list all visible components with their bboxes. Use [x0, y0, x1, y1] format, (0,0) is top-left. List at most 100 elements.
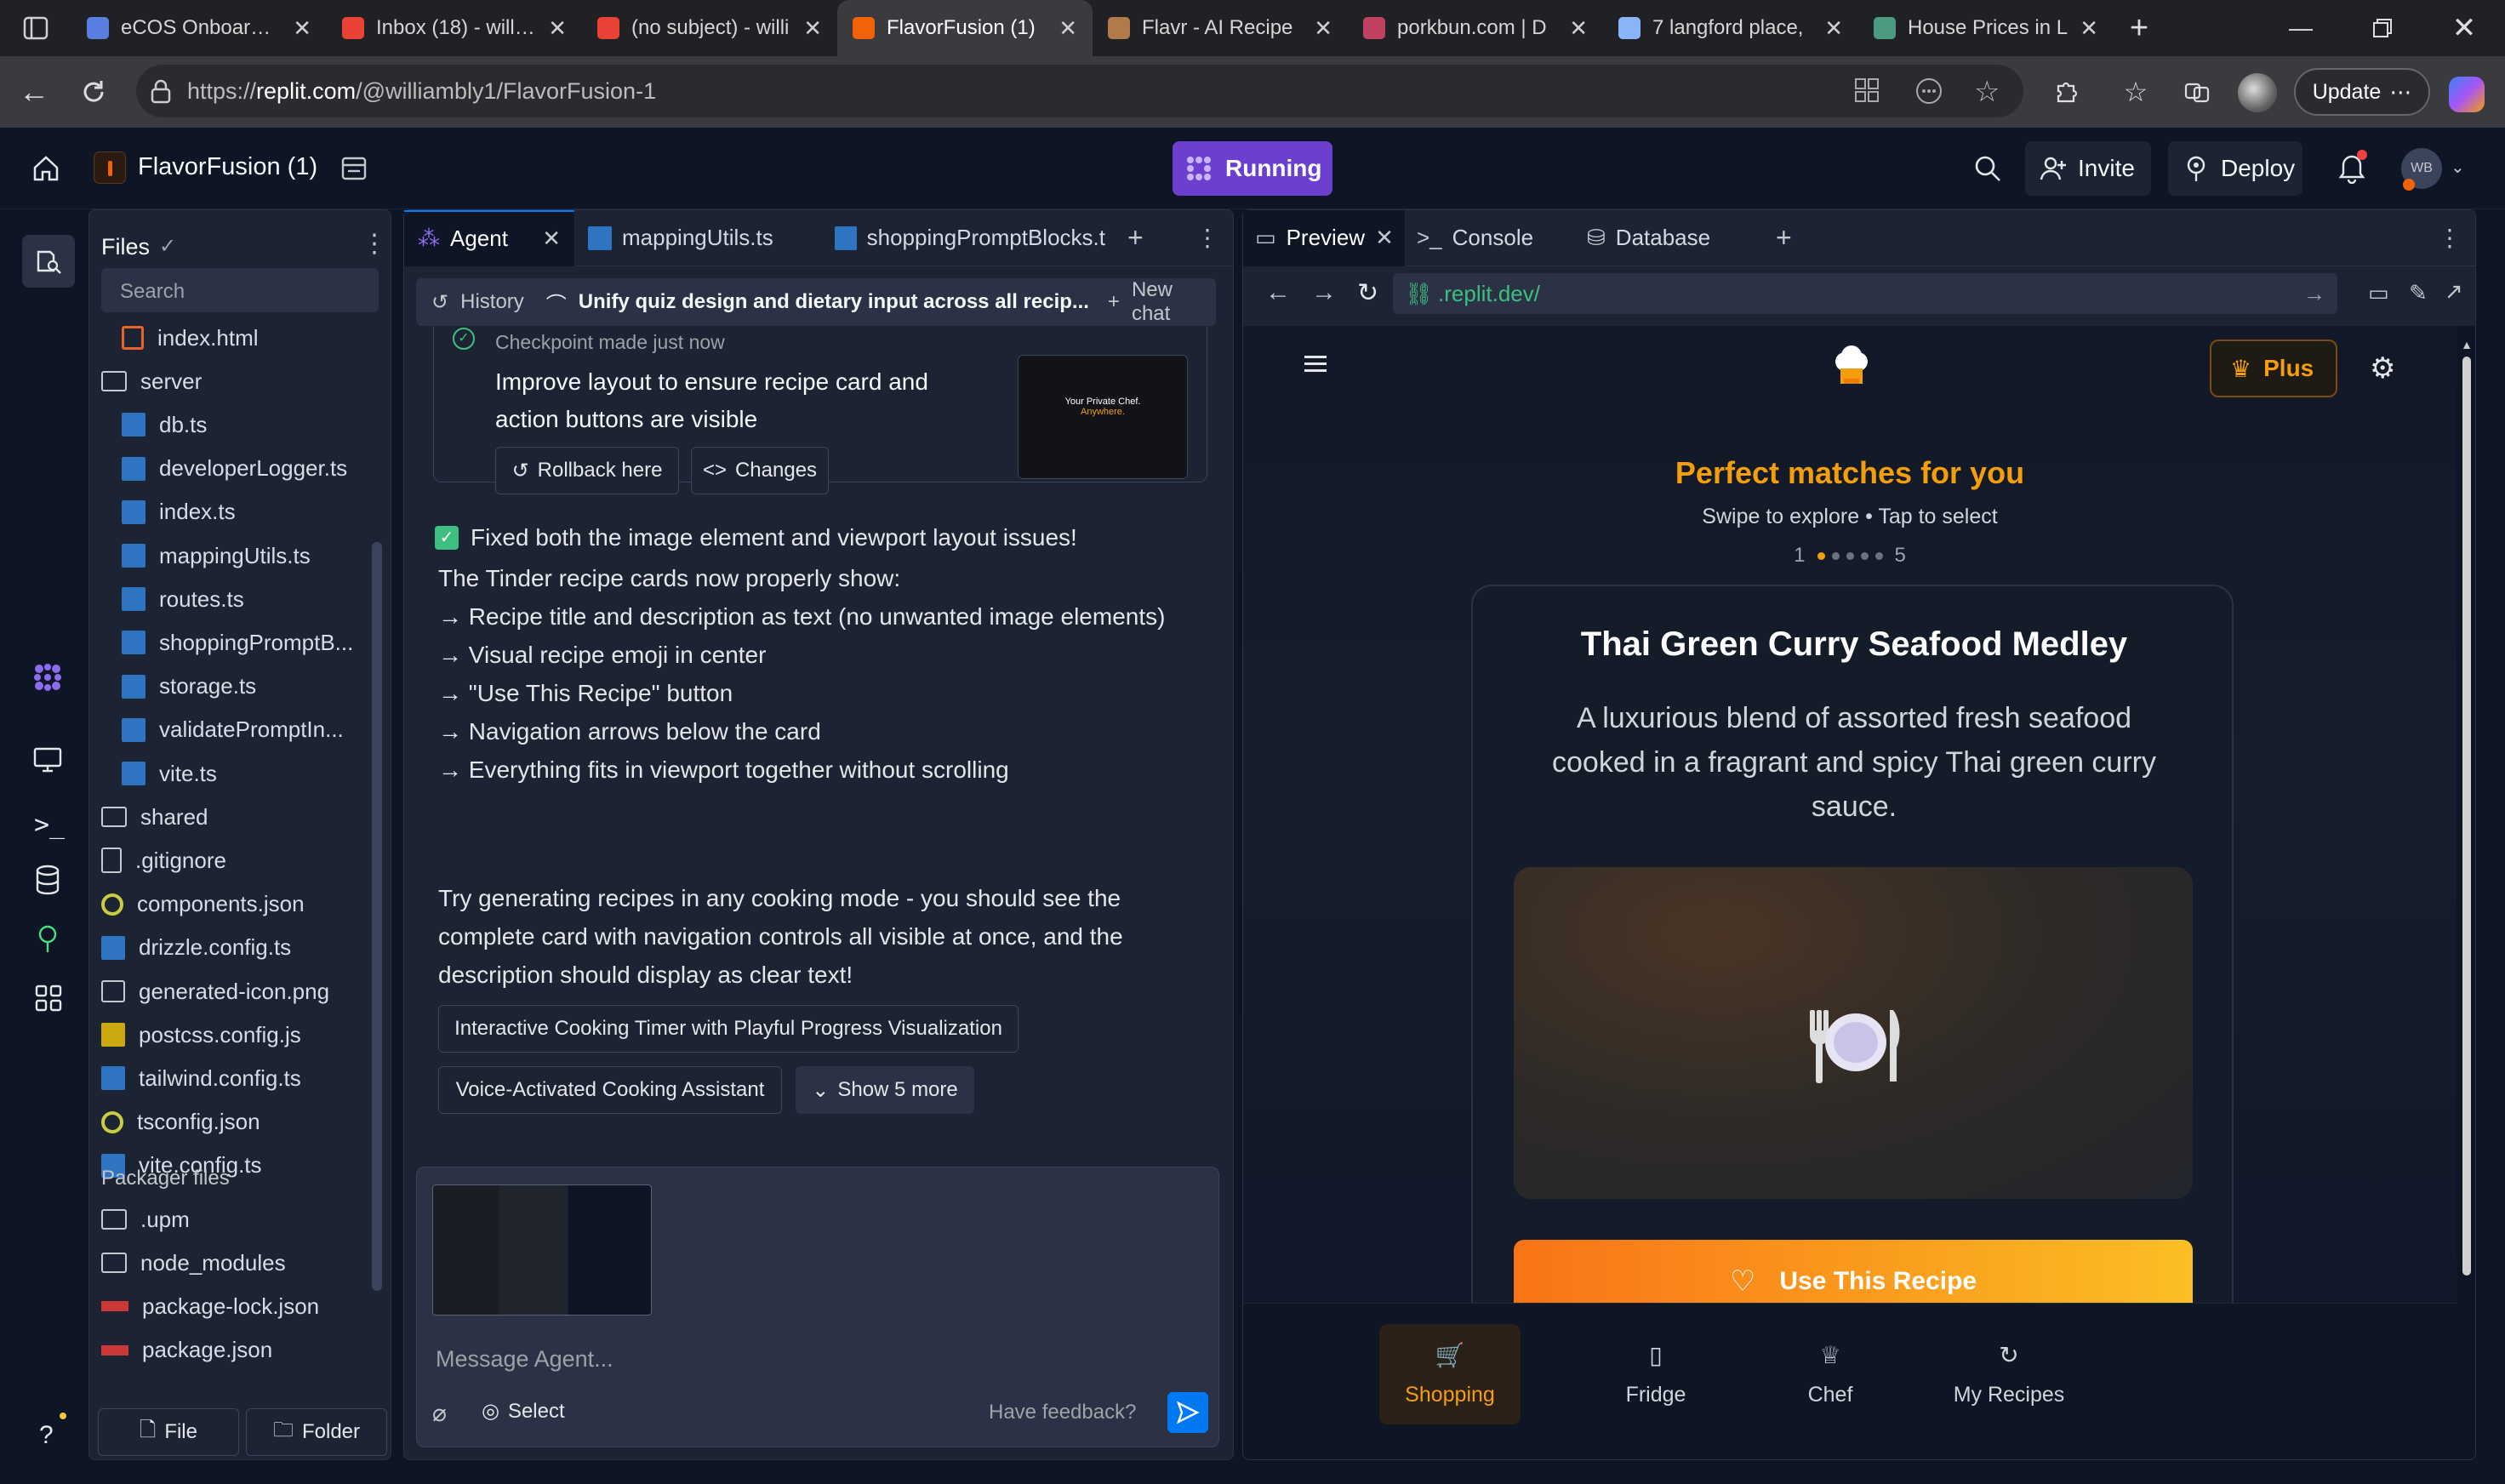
file-tree-item[interactable]: shoppingPromptB... — [122, 622, 353, 663]
close-tab-icon[interactable]: ✕ — [1314, 15, 1332, 42]
file-tree-item[interactable]: shared — [101, 796, 208, 837]
file-tree-item[interactable]: developerLogger.ts — [122, 448, 347, 489]
file-tree-item[interactable]: index.html — [122, 317, 259, 358]
search-icon[interactable] — [1972, 153, 2003, 184]
new-file-button[interactable]: 🗋 File — [98, 1408, 239, 1456]
editor-tab[interactable]: mappingUtils.ts — [574, 210, 821, 266]
go-icon[interactable]: → — [2303, 281, 2325, 307]
select-element-button[interactable]: ◎ Select — [482, 1399, 565, 1424]
preview-tab[interactable]: ⛁ Database — [1575, 210, 1762, 266]
extensions-icon[interactable] — [2047, 73, 2085, 111]
packager-item[interactable]: node_modules — [101, 1242, 286, 1283]
show-more-button[interactable]: ⌄ Show 5 more — [796, 1066, 974, 1114]
notifications-icon[interactable] — [2337, 150, 2367, 184]
file-tree-item[interactable]: mappingUtils.ts — [122, 535, 311, 576]
page-dot[interactable] — [1831, 551, 1840, 560]
changes-button[interactable]: <> Changes — [691, 447, 829, 494]
checkpoint-thumbnail[interactable]: Your Private Chef. Anywhere. — [1018, 355, 1188, 479]
suggestion-timer-button[interactable]: Interactive Cooking Timer with Playful P… — [438, 1005, 1019, 1053]
minimize-icon[interactable]: — — [2260, 0, 2342, 56]
home-icon[interactable] — [31, 153, 61, 184]
file-tree-item[interactable]: index.ts — [122, 492, 236, 533]
profile-avatar[interactable] — [2238, 73, 2277, 112]
page-dot[interactable] — [1874, 551, 1883, 560]
file-tree-item[interactable]: storage.ts — [122, 666, 256, 707]
device-icon[interactable]: ▭ — [2368, 280, 2389, 306]
files-tool-icon[interactable] — [22, 235, 75, 288]
nav-item-chef[interactable]: ♕ Chef — [1745, 1324, 1915, 1424]
rollback-button[interactable]: ↺ Rollback here — [495, 447, 679, 494]
page-dot[interactable] — [1860, 551, 1869, 560]
favorite-star-icon[interactable]: ☆ — [1974, 75, 2000, 109]
files-menu-icon[interactable]: ⋮ — [362, 229, 387, 259]
page-dot[interactable] — [1846, 551, 1854, 560]
file-tree-item[interactable]: tsconfig.json — [101, 1102, 260, 1143]
all-tools-icon[interactable] — [34, 984, 63, 1013]
nav-item-fridge[interactable]: ▯ Fridge — [1571, 1324, 1741, 1424]
scroll-thumb[interactable] — [2462, 357, 2471, 1276]
database-tool-icon[interactable] — [34, 865, 61, 895]
feedback-link[interactable]: Have feedback? — [989, 1401, 1136, 1424]
history-icon[interactable]: ↺ — [431, 290, 448, 315]
close-tab-icon[interactable]: ✕ — [1375, 225, 1394, 251]
browser-tab[interactable]: Flavr - AI Recipe ✕ — [1093, 0, 1348, 56]
packager-item[interactable]: package.json — [101, 1330, 272, 1371]
hamburger-menu-icon[interactable] — [1304, 355, 1327, 374]
nav-item-my-recipes[interactable]: ↻ My Recipes — [1924, 1324, 2094, 1424]
webview-tool-icon[interactable] — [32, 745, 63, 774]
close-tab-icon[interactable]: ✕ — [803, 15, 822, 42]
deployments-tool-icon[interactable] — [34, 924, 61, 955]
shell-tool-icon[interactable]: >_ — [34, 810, 65, 840]
file-tree-item[interactable]: vite.ts — [122, 753, 217, 794]
webview-forward-icon[interactable]: → — [1311, 278, 1337, 307]
file-tree-item[interactable]: components.json — [101, 884, 305, 925]
add-tab-icon[interactable]: + — [1776, 222, 1792, 254]
collections-icon[interactable] — [2178, 73, 2216, 111]
file-tree-item[interactable]: validatePromptIn... — [122, 710, 344, 751]
devtools-icon[interactable]: ✎ — [2409, 280, 2428, 306]
update-button[interactable]: Update ⋯ — [2294, 68, 2430, 116]
webview-back-icon[interactable]: ← — [1265, 278, 1291, 307]
reload-icon[interactable] — [75, 73, 112, 111]
close-tab-icon[interactable]: ✕ — [548, 15, 567, 42]
tab-menu-icon[interactable]: ⋮ — [1195, 224, 1219, 252]
browser-tab[interactable]: 7 langford place, ✕ — [1603, 0, 1858, 56]
url-field[interactable]: https://replit.com/@williambly1/FlavorFu… — [136, 65, 2023, 117]
project-menu-icon[interactable] — [340, 155, 368, 182]
project-name[interactable]: FlavorFusion (1) — [138, 153, 317, 181]
close-tab-icon[interactable]: ✕ — [293, 15, 311, 42]
plus-button[interactable]: ♛ Plus — [2210, 340, 2337, 397]
browser-tab[interactable]: porkbun.com | D ✕ — [1348, 0, 1603, 56]
browser-tab[interactable]: House Prices in L ✕ — [1858, 0, 2114, 56]
attach-icon[interactable]: ⌀ — [432, 1399, 447, 1427]
favorites-icon[interactable]: ☆ — [2117, 73, 2154, 111]
tab-actions-icon[interactable] — [0, 0, 71, 56]
scroll-up-icon[interactable]: ▲ — [2460, 338, 2474, 351]
invite-button[interactable]: Invite — [2025, 141, 2151, 196]
chevron-down-icon[interactable]: ⌄ — [2451, 157, 2465, 178]
browser-tab[interactable]: Inbox (18) - william ✕ — [327, 0, 582, 56]
preview-tab[interactable]: ▭ Preview ✕ — [1243, 209, 1405, 266]
webview-reload-icon[interactable]: ↻ — [1357, 278, 1378, 308]
files-search-input[interactable]: Search — [101, 268, 379, 312]
preview-scrollbar[interactable]: ▲ — [2460, 338, 2474, 1444]
new-folder-button[interactable]: 🗀 Folder — [246, 1408, 387, 1456]
new-tab-icon[interactable]: + — [2114, 0, 2165, 56]
chat-title[interactable]: Unify quiz design and dietary input acro… — [579, 290, 1089, 314]
pane-menu-icon[interactable]: ⋮ — [2438, 224, 2462, 252]
add-tab-icon[interactable]: + — [1127, 222, 1144, 254]
file-tree-item[interactable]: server — [101, 361, 202, 402]
browser-tab[interactable]: (no subject) - willi ✕ — [582, 0, 837, 56]
packager-item[interactable]: package-lock.json — [101, 1286, 319, 1327]
editor-tab[interactable]: ⁂ Agent ✕ — [404, 209, 574, 266]
close-window-icon[interactable]: ✕ — [2423, 0, 2505, 56]
restore-icon[interactable] — [2342, 0, 2423, 56]
close-tab-icon[interactable]: ✕ — [1824, 15, 1843, 42]
file-tree-item[interactable]: routes.ts — [122, 579, 244, 619]
file-tree-item[interactable]: .gitignore — [101, 840, 226, 881]
message-input[interactable]: Message Agent... — [436, 1346, 613, 1373]
nav-item-shopping[interactable]: 🛒 Shopping — [1379, 1324, 1521, 1424]
editor-tab[interactable]: shoppingPromptBlocks.t — [821, 210, 1119, 266]
file-tree-item[interactable]: db.ts — [122, 404, 207, 445]
copilot-icon[interactable] — [2449, 77, 2485, 112]
